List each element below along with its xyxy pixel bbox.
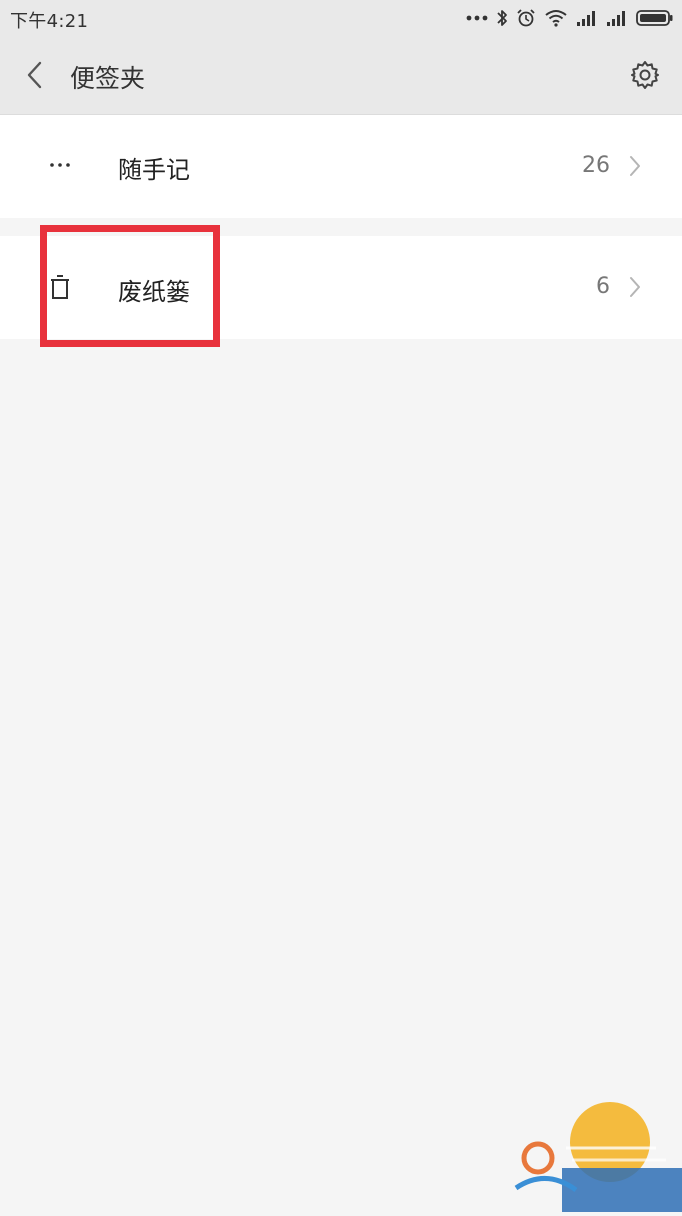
status-bar: 下午4:21 xyxy=(0,0,682,36)
folder-row-trash[interactable]: 废纸篓 6 xyxy=(0,236,682,339)
folder-label: 废纸篓 xyxy=(118,278,190,306)
gear-icon xyxy=(628,61,662,96)
folder-count: 26 xyxy=(582,153,610,178)
wifi-icon xyxy=(544,9,568,27)
back-button[interactable] xyxy=(18,56,54,94)
status-icons xyxy=(466,6,674,30)
chevron-right-icon xyxy=(626,152,644,180)
page-title: 便签夹 xyxy=(70,64,146,93)
trash-icon xyxy=(46,273,74,301)
more-dots-icon xyxy=(466,14,488,22)
more-dots-icon xyxy=(46,151,74,179)
signal-icon-2 xyxy=(606,9,628,27)
battery-icon xyxy=(636,9,674,27)
folder-row-notes[interactable]: 随手记 26 xyxy=(0,115,682,218)
folder-label: 随手记 xyxy=(118,156,190,184)
folder-count: 6 xyxy=(596,274,610,299)
alarm-icon xyxy=(516,8,536,28)
watermark-logo xyxy=(506,1098,682,1212)
app-header: 便签夹 xyxy=(0,36,682,115)
signal-icon xyxy=(576,9,598,27)
bluetooth-icon xyxy=(496,8,508,28)
chevron-right-icon xyxy=(626,273,644,301)
status-time: 下午4:21 xyxy=(10,11,89,32)
settings-button[interactable] xyxy=(628,58,662,92)
chevron-left-icon xyxy=(18,61,54,98)
